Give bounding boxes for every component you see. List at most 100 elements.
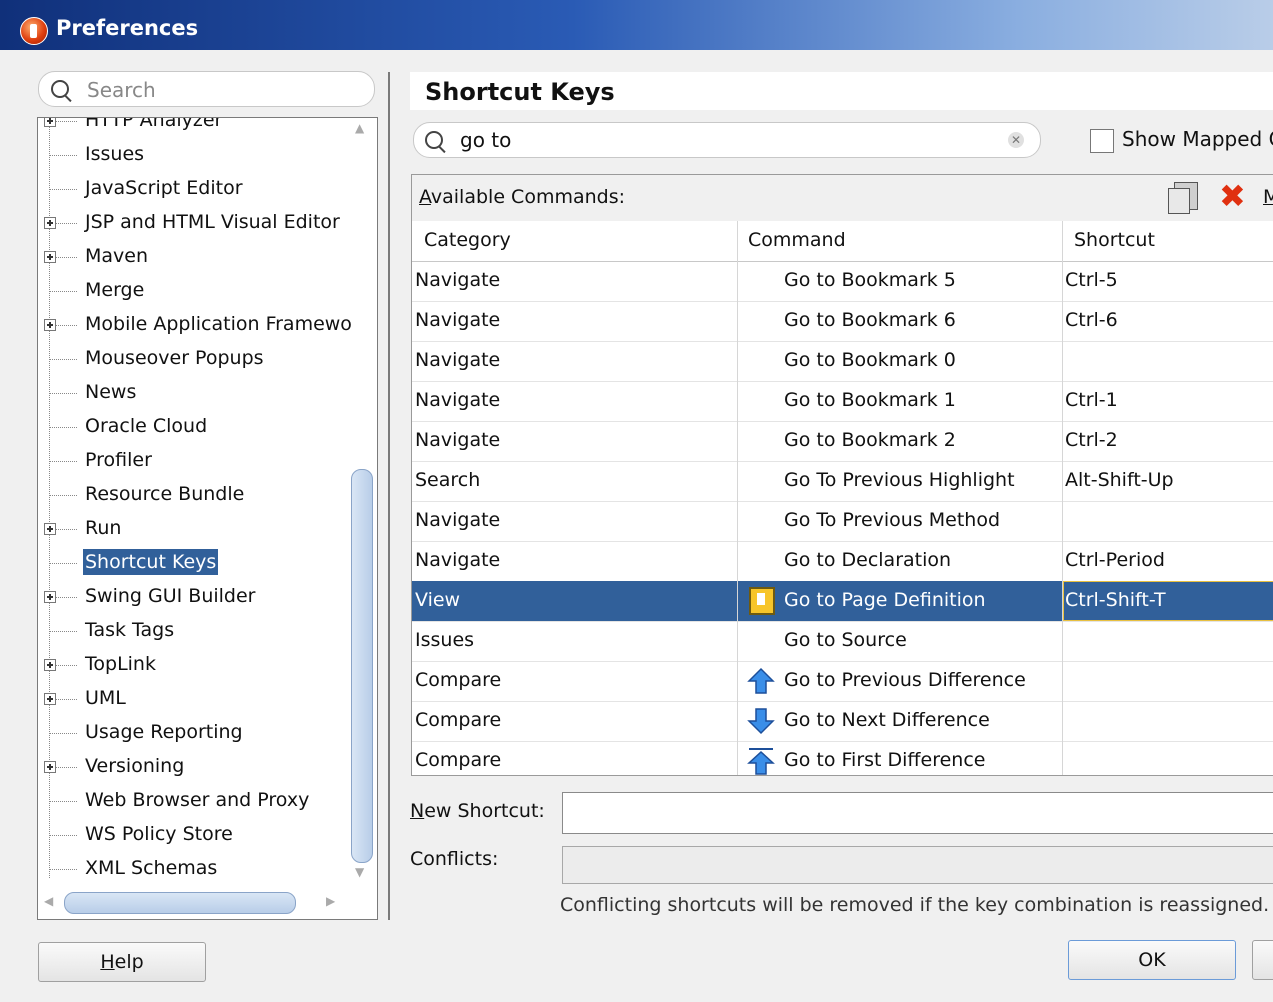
tree-item[interactable]: Run (38, 512, 348, 546)
tree-connector (49, 461, 77, 462)
tree-item-label: UML (85, 687, 126, 709)
tree-item[interactable]: Resource Bundle (38, 478, 348, 512)
category-cell: Navigate (415, 349, 501, 371)
clear-search-icon[interactable]: ✕ (1008, 132, 1024, 148)
tree-item-label: Mobile Application Framewo (85, 313, 352, 335)
tree-item-label: Maven (85, 245, 149, 267)
tree-item[interactable]: Versioning (38, 750, 348, 784)
help-button[interactable]: Help (38, 942, 206, 982)
scroll-down-icon[interactable]: ▼ (355, 865, 364, 879)
ok-button[interactable]: OK (1068, 940, 1236, 980)
tree-connector (49, 835, 77, 836)
tree-connector (49, 393, 77, 394)
tree-item[interactable]: Web Browser and Proxy (38, 784, 348, 818)
scroll-up-icon[interactable]: ▲ (355, 121, 364, 135)
tree-item-label: Profiler (85, 449, 152, 471)
tree-item-label: JSP and HTML Visual Editor (85, 211, 340, 233)
cancel-button-partial[interactable] (1252, 940, 1273, 980)
mnemonic: N (410, 800, 425, 822)
tree-vertical-scrollbar[interactable]: ▲ ▼ (347, 117, 375, 887)
conflicts-field (562, 846, 1273, 884)
tree-item[interactable]: WS Policy Store (38, 818, 348, 852)
table-row[interactable]: Navigate Go to Bookmark 5 Ctrl-5 (412, 261, 1273, 302)
expand-icon[interactable] (44, 319, 56, 331)
category-search-input[interactable]: Search (38, 71, 375, 107)
expand-icon[interactable] (44, 761, 56, 773)
tree-item[interactable]: Issues (38, 138, 348, 172)
table-row[interactable]: Compare Go to First Difference (412, 741, 1273, 775)
tree-item-label: HTTP Analyzer (85, 117, 223, 131)
table-row[interactable]: Navigate Go to Bookmark 2 Ctrl-2 (412, 421, 1273, 462)
table-row[interactable]: View Go to Page Definition Ctrl-Shift-T (412, 581, 1273, 622)
show-mapped-checkbox[interactable] (1090, 129, 1114, 153)
scroll-left-icon[interactable]: ◀ (44, 894, 53, 908)
category-cell: Compare (415, 669, 502, 691)
category-cell: Navigate (415, 269, 501, 291)
expand-icon[interactable] (44, 217, 56, 229)
tree-connector (49, 189, 77, 190)
panel-divider[interactable] (388, 72, 390, 920)
copy-icon[interactable] (1168, 182, 1198, 214)
category-cell: Compare (415, 749, 502, 771)
tree-item-label: Merge (85, 279, 145, 301)
expand-icon[interactable] (44, 693, 56, 705)
column-header-shortcut[interactable]: Shortcut (1074, 229, 1155, 251)
new-shortcut-input[interactable] (562, 792, 1273, 834)
shortcut-cell: Alt-Shift-Up (1065, 469, 1174, 491)
tree-item[interactable]: JavaScript Editor (38, 172, 348, 206)
table-row[interactable]: Navigate Go to Bookmark 1 Ctrl-1 (412, 381, 1273, 422)
tree-horizontal-scroll-thumb[interactable] (64, 892, 296, 914)
scroll-right-icon[interactable]: ▶ (326, 894, 335, 908)
expand-icon[interactable] (44, 591, 56, 603)
tree-horizontal-scrollbar[interactable]: ◀ ▶ (38, 888, 347, 916)
expand-icon[interactable] (44, 118, 56, 127)
tree-item[interactable]: Profiler (38, 444, 348, 478)
table-row[interactable]: Compare Go to Next Difference (412, 701, 1273, 742)
search-icon (425, 131, 443, 149)
command-cell: Go to Bookmark 1 (784, 389, 956, 411)
category-tree[interactable]: HTTP Analyzer Issues JavaScript Editor JSP … (37, 117, 378, 920)
tree-item[interactable]: JSP and HTML Visual Editor (38, 206, 348, 240)
table-row[interactable]: Search Go To Previous Highlight Alt-Shift-… (412, 461, 1273, 502)
tree-item-label: Swing GUI Builder (85, 585, 256, 607)
tree-item[interactable]: XML Schemas (38, 852, 348, 886)
tree-item[interactable]: Mouseover Popups (38, 342, 348, 376)
expand-icon[interactable] (44, 251, 56, 263)
shortcut-cell: Ctrl-5 (1065, 269, 1118, 291)
tree-item[interactable]: Mobile Application Framewo (38, 308, 352, 342)
tree-item-label: Usage Reporting (85, 721, 243, 743)
command-search-input[interactable]: go to ✕ (413, 122, 1041, 158)
tree-vertical-scroll-thumb[interactable] (351, 469, 373, 863)
commands-table[interactable]: Available Commands: ✖ M Category Command… (411, 174, 1273, 776)
tree-item[interactable]: Swing GUI Builder (38, 580, 348, 614)
table-row[interactable]: Navigate Go To Previous Method (412, 501, 1273, 542)
column-header-command[interactable]: Command (748, 229, 846, 251)
tree-item[interactable]: Shortcut Keys (38, 546, 348, 580)
new-shortcut-label: New Shortcut: (410, 800, 545, 822)
tree-connector (49, 359, 77, 360)
table-row[interactable]: Issues Go to Source (412, 621, 1273, 662)
delete-icon[interactable]: ✖ (1219, 177, 1246, 215)
table-row[interactable]: Compare Go to Previous Difference (412, 661, 1273, 702)
tree-item[interactable]: Usage Reporting (38, 716, 348, 750)
tree-item[interactable]: UML (38, 682, 348, 716)
table-row[interactable]: Navigate Go to Declaration Ctrl-Period (412, 541, 1273, 582)
column-header-category[interactable]: Category (424, 229, 511, 251)
tree-item[interactable]: Oracle Cloud (38, 410, 348, 444)
category-cell: Navigate (415, 429, 501, 451)
tree-item-label: XML Schemas (85, 857, 218, 879)
expand-icon[interactable] (44, 523, 56, 535)
tree-item[interactable]: Merge (38, 274, 348, 308)
tree-item[interactable]: HTTP Analyzer (38, 117, 348, 138)
expand-icon[interactable] (44, 659, 56, 671)
title-bar: Preferences (0, 0, 1273, 50)
tree-item[interactable]: News (38, 376, 348, 410)
tree-item[interactable]: Maven (38, 240, 348, 274)
window-title: Preferences (56, 16, 199, 40)
tree-item[interactable]: Task Tags (38, 614, 348, 648)
toolbar-more[interactable]: M (1263, 186, 1273, 208)
tree-item[interactable]: TopLink (38, 648, 348, 682)
table-row[interactable]: Navigate Go to Bookmark 0 (412, 341, 1273, 382)
table-header: Category Command Shortcut (412, 221, 1273, 262)
table-row[interactable]: Navigate Go to Bookmark 6 Ctrl-6 (412, 301, 1273, 342)
